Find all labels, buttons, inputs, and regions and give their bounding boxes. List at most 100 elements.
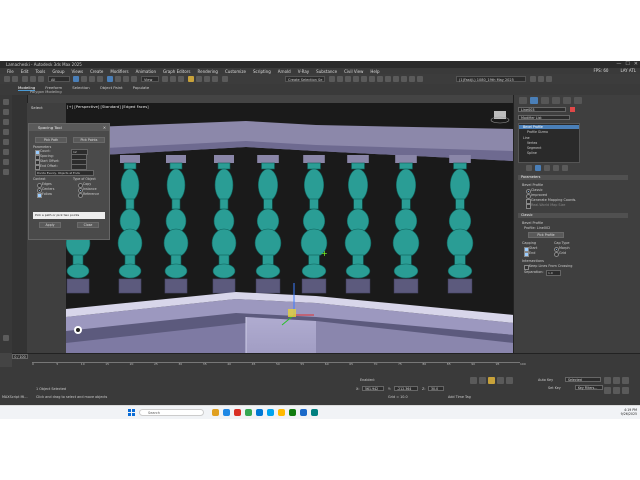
parameters-rollout[interactable]: Parameters [518, 175, 628, 180]
auto-key-button[interactable]: Auto Key [538, 378, 553, 382]
viewport-label[interactable]: [+] [Perspective] [Standard] [Edged Face… [67, 104, 149, 109]
key-mode-dropdown[interactable]: Selected [565, 377, 601, 382]
project-folder-icon[interactable] [530, 76, 536, 82]
taskbar-app-icon[interactable] [300, 409, 307, 416]
help-icon[interactable] [546, 76, 552, 82]
clock-date[interactable]: 9/26/2025 [621, 412, 637, 416]
mirror-icon[interactable] [329, 76, 335, 82]
taskbar-search[interactable]: Search [139, 409, 204, 416]
window-crossing-icon[interactable] [97, 76, 103, 82]
stack-item-vertex[interactable]: Vertex [519, 141, 579, 145]
tab-populate[interactable]: Populate [133, 85, 150, 91]
menu-animation[interactable]: Animation [136, 69, 156, 74]
previous-frame-icon[interactable] [479, 377, 486, 384]
spinner-snap-icon[interactable] [212, 76, 218, 82]
rect-selection-icon[interactable] [89, 76, 95, 82]
menu-rendering[interactable]: Rendering [198, 69, 218, 74]
menu-modifiers[interactable]: Modifiers [110, 69, 128, 74]
menu-group[interactable]: Group [52, 69, 64, 74]
next-frame-icon[interactable] [497, 377, 504, 384]
display-helpers-icon[interactable] [3, 159, 9, 165]
pick-points-button[interactable]: Pick Points [73, 137, 105, 143]
taskbar-app-icon[interactable] [245, 409, 252, 416]
select-by-name-icon[interactable] [81, 76, 87, 82]
display-geometry-icon[interactable] [3, 119, 9, 125]
keyboard-shortcut-icon[interactable] [178, 76, 184, 82]
schematic-view-icon[interactable] [369, 76, 375, 82]
display-cameras-icon[interactable] [3, 149, 9, 155]
link-icon[interactable] [22, 76, 28, 82]
taskbar-app-icon[interactable] [212, 409, 219, 416]
pan-icon[interactable] [613, 387, 620, 394]
pivot-center-icon[interactable] [162, 76, 168, 82]
set-key-button[interactable]: Set Key [548, 386, 561, 390]
account-icon[interactable] [538, 76, 544, 82]
zoom-extents-icon[interactable] [622, 377, 629, 384]
display-lights-icon[interactable] [3, 139, 9, 145]
zoom-all-icon[interactable] [613, 377, 620, 384]
arnold-render-icon[interactable] [409, 76, 415, 82]
field-of-view-icon[interactable] [604, 387, 611, 394]
play-icon[interactable] [488, 377, 495, 384]
reference-coord-dropdown[interactable]: View [141, 76, 159, 82]
display-spacewarps-icon[interactable] [3, 169, 9, 175]
orbit-icon[interactable] [622, 387, 629, 394]
undo-icon[interactable] [4, 76, 10, 82]
maximize-button[interactable]: ☐ [625, 61, 629, 67]
render-icon[interactable] [401, 76, 407, 82]
x-coordinate-field[interactable]: 561.942 [362, 386, 384, 391]
show-end-result-icon[interactable] [535, 165, 541, 171]
menu-views[interactable]: Views [72, 69, 84, 74]
selection-filter-dropdown[interactable]: All [48, 76, 70, 82]
scene-explorer-panel[interactable] [12, 95, 28, 353]
stack-item-profile-gizmo[interactable]: Profile Gizmo [519, 130, 579, 134]
object-color-swatch[interactable] [570, 107, 575, 112]
menu-graph-editors[interactable]: Graph Editors [163, 69, 190, 74]
frame-counter[interactable]: 0 / 100 [12, 354, 28, 359]
redo-icon[interactable] [12, 76, 18, 82]
timeline[interactable]: 0 5 10 15 20 25 30 35 40 45 50 55 60 65 70 75 80 85 90 95 10… [12, 353, 640, 368]
menu-scripting[interactable]: Scripting [253, 69, 271, 74]
close-button[interactable]: Close [77, 222, 99, 228]
render-setup-icon[interactable] [385, 76, 391, 82]
tab-selection[interactable]: Selection [72, 85, 90, 91]
minimize-button[interactable]: — [616, 61, 621, 67]
material-editor-icon[interactable] [377, 76, 383, 82]
scene-explorer-icon[interactable] [3, 99, 9, 105]
hierarchy-tab-icon[interactable] [541, 97, 549, 104]
workspace-dropdown[interactable]: (1)Fast(L) 1080_19th May 2025 [456, 76, 526, 82]
taskbar-app-icon[interactable] [256, 409, 263, 416]
display-tab-icon[interactable] [563, 97, 571, 104]
stack-item-bevel-profile[interactable]: Bevel Profile [519, 125, 579, 129]
close-button[interactable]: ✕ [634, 61, 638, 67]
scale-icon[interactable] [123, 76, 129, 82]
bind-space-warp-icon[interactable] [38, 76, 44, 82]
display-shapes-icon[interactable] [3, 129, 9, 135]
pick-path-button[interactable]: Pick Path [35, 137, 67, 143]
object-name-field[interactable]: Line003 [518, 107, 566, 112]
edit-named-sets-icon[interactable] [222, 76, 228, 82]
key-filters-button[interactable]: Key Filters... [575, 385, 603, 390]
menu-vray[interactable]: V-Ray [298, 69, 309, 74]
taskbar-app-icon[interactable] [311, 409, 318, 416]
snap-3d-icon[interactable] [188, 76, 194, 82]
menu-edit[interactable]: Edit [21, 69, 29, 74]
modify-tab-icon[interactable] [530, 97, 538, 104]
unlink-icon[interactable] [30, 76, 36, 82]
go-to-end-icon[interactable] [506, 377, 513, 384]
configure-sets-icon[interactable] [562, 165, 568, 171]
z-coordinate-field[interactable]: 30.0 [428, 386, 444, 391]
apply-button[interactable]: Apply [39, 222, 61, 228]
utilities-tab-icon[interactable] [574, 97, 582, 104]
motion-tab-icon[interactable] [552, 97, 560, 104]
rotate-icon[interactable] [115, 76, 121, 82]
select-object-icon[interactable] [73, 76, 79, 82]
make-unique-icon[interactable] [544, 165, 550, 171]
taskbar-app-icon[interactable] [234, 409, 241, 416]
rendered-frame-icon[interactable] [393, 76, 399, 82]
layer-explorer-icon[interactable] [345, 76, 351, 82]
curve-editor-icon[interactable] [361, 76, 367, 82]
taskbar-app-icon[interactable] [267, 409, 274, 416]
close-icon[interactable]: ✕ [103, 124, 106, 131]
tab-object-paint[interactable]: Object Paint [100, 85, 123, 91]
